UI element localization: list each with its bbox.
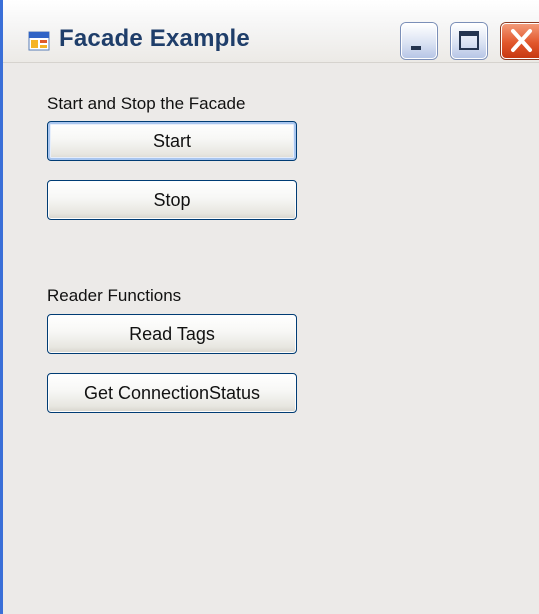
maximize-icon [459, 31, 479, 50]
app-icon[interactable] [28, 30, 50, 52]
maximize-button[interactable] [451, 23, 487, 59]
close-button[interactable] [501, 23, 539, 59]
read-tags-button[interactable]: Read Tags [47, 314, 297, 354]
form-client-area: Start and Stop the Facade Start Stop Rea… [3, 63, 539, 614]
title-bar[interactable]: Facade Example [3, 0, 539, 63]
minimize-icon [411, 46, 421, 50]
reader-group-label: Reader Functions [47, 286, 182, 305]
minimize-button[interactable] [401, 23, 437, 59]
application-window: Facade Example Start and Stop the Facade… [0, 0, 539, 614]
get-connection-status-button[interactable]: Get ConnectionStatus [47, 373, 297, 413]
stop-button[interactable]: Stop [47, 180, 297, 220]
window-title: Facade Example [59, 25, 250, 52]
start-button[interactable]: Start [47, 121, 297, 161]
facade-group-label: Start and Stop the Facade [47, 94, 246, 113]
close-icon [511, 29, 532, 52]
